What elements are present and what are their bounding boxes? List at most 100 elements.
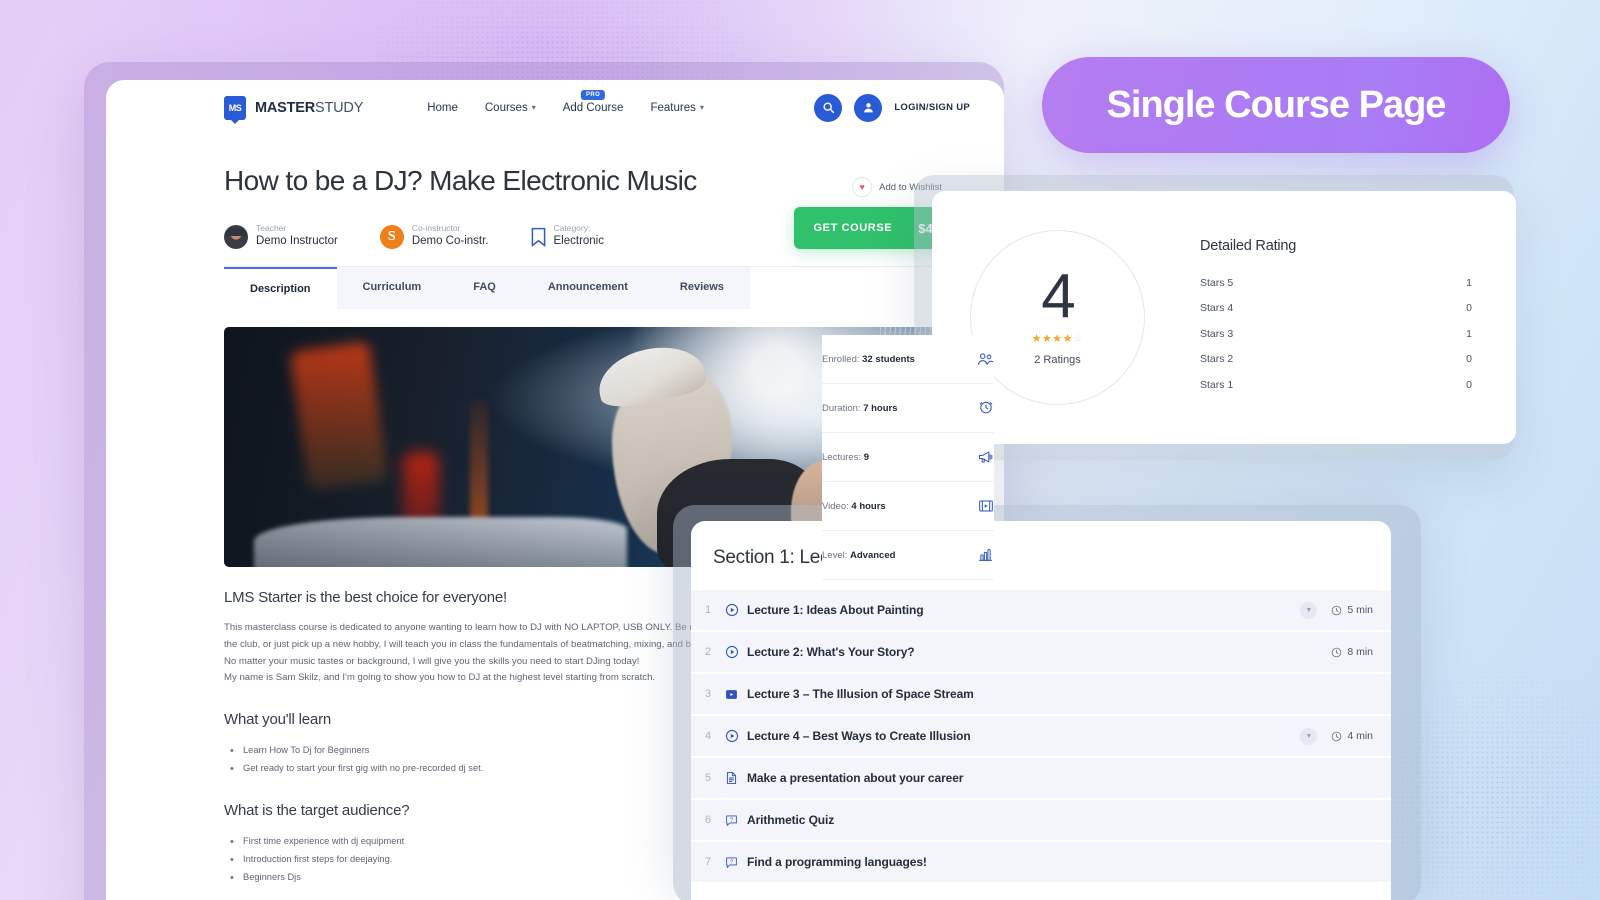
- course-meta-row: ♥ Add to Wishlist Teacher Demo Instructo…: [224, 177, 978, 267]
- tab-description[interactable]: Description: [224, 267, 337, 309]
- login-signup-link[interactable]: LOGIN/SIGN UP: [894, 102, 970, 113]
- svg-text:?: ?: [730, 817, 733, 823]
- rating-bar-track: [1262, 328, 1392, 339]
- lecture-row[interactable]: 2 Lecture 2: What's Your Story? 8 min: [691, 631, 1391, 672]
- lecture-title: Lecture 4 – Best Ways to Create Illusion: [747, 729, 971, 743]
- rating-score: 4: [1041, 261, 1076, 331]
- chevron-down-icon: ▾: [699, 102, 704, 112]
- lecture-number: 3: [705, 688, 712, 700]
- get-course-label: GET COURSE: [813, 222, 893, 234]
- rating-bar-track: [1262, 303, 1392, 314]
- info-row-level: Level: Advanced: [822, 531, 994, 580]
- clock-icon: [1332, 605, 1342, 615]
- tab-reviews[interactable]: Reviews: [653, 267, 750, 309]
- curriculum-card: Section 1: Lectures 1 Lecture 1: Ideas A…: [691, 521, 1391, 900]
- teacher-name: Demo Instructor: [256, 235, 338, 248]
- header-actions: LOGIN/SIGN UP: [814, 93, 970, 122]
- chevron-down-icon[interactable]: ▼: [1300, 727, 1318, 745]
- rating-bar-value: 1: [1466, 327, 1472, 340]
- nav-item-features[interactable]: Features ▾: [650, 102, 703, 114]
- curriculum-section-title: Section 1: Lectures: [713, 547, 870, 568]
- lecture-meta: ▼ 4 min: [1300, 727, 1373, 745]
- play-circle-icon: [725, 645, 747, 659]
- site-header: MS MASTERSTUDY Home Courses ▾ PRO Add Co…: [106, 80, 1004, 135]
- nav-label: Features: [650, 101, 696, 114]
- info-value: 4 hours: [851, 500, 886, 512]
- lecture-duration: 4 min: [1331, 730, 1373, 742]
- logo-text: MASTERSTUDY: [255, 100, 363, 116]
- rating-bar-track: [1262, 354, 1392, 365]
- info-row-duration: Duration: 7 hours: [822, 384, 994, 433]
- info-label: Enrolled:: [822, 353, 860, 365]
- category-label: Category:: [553, 223, 591, 234]
- course-info-panel: Enrolled: 32 students Duration: 7 hours …: [822, 335, 994, 580]
- info-value: Advanced: [850, 549, 896, 561]
- meta-co-instructor[interactable]: S Co-instructor Demo Co-instr.: [379, 223, 489, 250]
- bookmark-icon: [531, 227, 545, 247]
- info-value: 9: [863, 451, 870, 463]
- chevron-down-icon[interactable]: ▼: [1300, 601, 1318, 619]
- lecture-number: 6: [705, 814, 712, 826]
- lecture-row[interactable]: 7 ? Find a programming languages!: [691, 841, 1391, 882]
- info-label: Lectures:: [822, 451, 862, 463]
- lecture-title: Lecture 2: What's Your Story?: [747, 645, 915, 659]
- rating-bar-label: Stars 1: [1200, 378, 1234, 391]
- tab-faq[interactable]: FAQ: [447, 267, 522, 309]
- nav-label: Home: [427, 101, 458, 114]
- info-value: 32 students: [862, 353, 915, 365]
- play-circle-icon: [725, 603, 747, 617]
- rating-bar-row: Stars 5 1: [1200, 270, 1472, 296]
- nav-item-add-course[interactable]: PRO Add Course: [563, 89, 623, 114]
- rating-card: 4 ★★★★☆ 2 Ratings Detailed Rating Stars …: [932, 191, 1516, 444]
- meta-category[interactable]: Category: Electronic: [531, 223, 605, 250]
- students-icon: [977, 352, 994, 366]
- single-course-page-badge: Single Course Page: [1042, 57, 1510, 153]
- rating-bar-value: 1: [1466, 276, 1472, 289]
- video-square-icon: [725, 688, 747, 701]
- rating-bar-label: Stars 5: [1200, 276, 1234, 289]
- search-icon: [823, 102, 834, 114]
- clock-icon: [978, 400, 994, 416]
- lecture-row[interactable]: 1 Lecture 1: Ideas About Painting ▼ 5 mi…: [691, 589, 1391, 630]
- document-icon: [725, 771, 747, 785]
- lecture-title: Arithmetic Quiz: [747, 813, 835, 827]
- main-navigation: Home Courses ▾ PRO Add Course Features ▾: [427, 89, 704, 114]
- clock-icon: [1332, 731, 1342, 741]
- lecture-row[interactable]: 6 ? Arithmetic Quiz: [691, 799, 1391, 840]
- lecture-duration: 5 min: [1331, 604, 1373, 616]
- lecture-title: Lecture 1: Ideas About Painting: [747, 603, 924, 617]
- category-value: Electronic: [553, 235, 605, 248]
- tab-announcement[interactable]: Announcement: [521, 267, 654, 309]
- level-icon: [977, 547, 994, 563]
- search-button[interactable]: [814, 93, 843, 122]
- nav-label: Courses: [484, 101, 528, 114]
- account-button[interactable]: [854, 93, 883, 122]
- info-row-lectures: Lectures: 9: [822, 433, 994, 482]
- play-circle-icon: [725, 729, 747, 743]
- lecture-title: Make a presentation about your career: [747, 771, 964, 785]
- tab-curriculum[interactable]: Curriculum: [336, 267, 448, 309]
- nav-item-courses[interactable]: Courses ▾: [485, 102, 536, 114]
- logo-mark-text: MS: [228, 102, 242, 113]
- lecture-row[interactable]: 4 Lecture 4 – Best Ways to Create Illusi…: [691, 715, 1391, 756]
- rating-bar-row: Stars 3 1: [1200, 321, 1472, 347]
- rating-bar-value: 0: [1466, 302, 1472, 314]
- lecture-meta: ▼ 5 min: [1300, 601, 1373, 619]
- rating-bar-row: Stars 2 0: [1200, 346, 1472, 372]
- avatar: S: [379, 224, 404, 249]
- lecture-number: 2: [705, 646, 712, 658]
- badge-text: Single Course Page: [1106, 83, 1447, 126]
- lecture-row[interactable]: 3 Lecture 3 – The Illusion of Space Stre…: [691, 673, 1391, 714]
- rating-bar-label: Stars 2: [1200, 353, 1234, 365]
- heart-icon: ♥: [852, 177, 873, 197]
- lecture-row[interactable]: 5 Make a presentation about your career: [691, 757, 1391, 798]
- info-row-enrolled: Enrolled: 32 students: [822, 335, 994, 384]
- site-logo[interactable]: MS MASTERSTUDY: [224, 95, 363, 120]
- lecture-duration: 8 min: [1331, 646, 1373, 658]
- lecture-number: 1: [705, 604, 712, 616]
- nav-item-home[interactable]: Home: [427, 102, 458, 114]
- star-rating-icons: ★★★★☆: [1031, 333, 1084, 346]
- info-row-video: Video: 4 hours: [822, 482, 994, 531]
- lecture-number: 5: [705, 772, 712, 784]
- meta-teacher[interactable]: Teacher Demo Instructor: [224, 223, 338, 250]
